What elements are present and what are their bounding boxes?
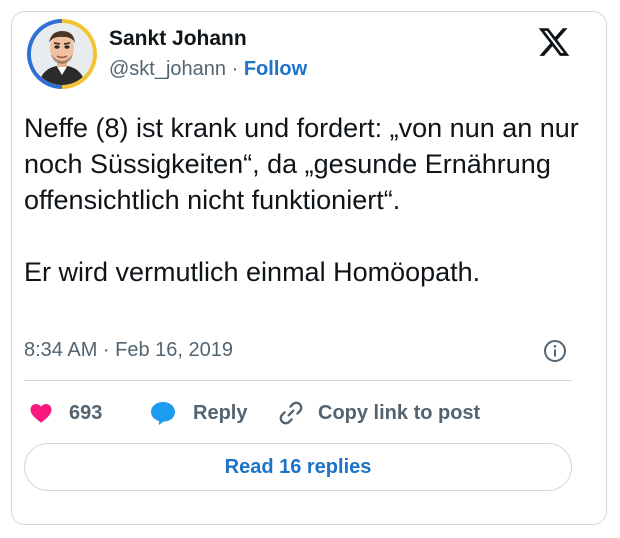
heart-icon	[30, 404, 52, 423]
author-handle[interactable]: @skt_johann	[109, 58, 226, 80]
reply-bubble-icon	[151, 402, 175, 425]
author-name[interactable]: Sankt Johann	[109, 27, 247, 51]
x-logo-icon[interactable]	[537, 25, 571, 59]
avatar[interactable]	[27, 19, 97, 89]
like-button[interactable]: 693	[28, 398, 102, 428]
tweet-timestamp[interactable]: 8:34 AM · Feb 16, 2019	[24, 339, 233, 362]
info-icon[interactable]	[543, 339, 567, 363]
copy-link-button[interactable]: Copy link to post	[277, 398, 480, 428]
tweet-text: Neffe (8) ist krank und fordert: „von nu…	[24, 113, 579, 287]
author-handle-row: @skt_johann · Follow	[109, 58, 307, 81]
reply-label: Reply	[193, 401, 248, 424]
reply-button[interactable]: Reply	[149, 398, 247, 428]
link-icon	[279, 401, 303, 425]
read-replies-button[interactable]: Read 16 replies	[24, 443, 572, 491]
read-replies-label: Read 16 replies	[224, 455, 372, 478]
follow-button[interactable]: Follow	[244, 58, 307, 80]
handle-separator: ·	[231, 58, 239, 80]
avatar-image	[31, 23, 93, 85]
copy-link-label: Copy link to post	[318, 401, 481, 424]
likes-count: 693	[69, 401, 103, 424]
divider	[24, 380, 572, 381]
